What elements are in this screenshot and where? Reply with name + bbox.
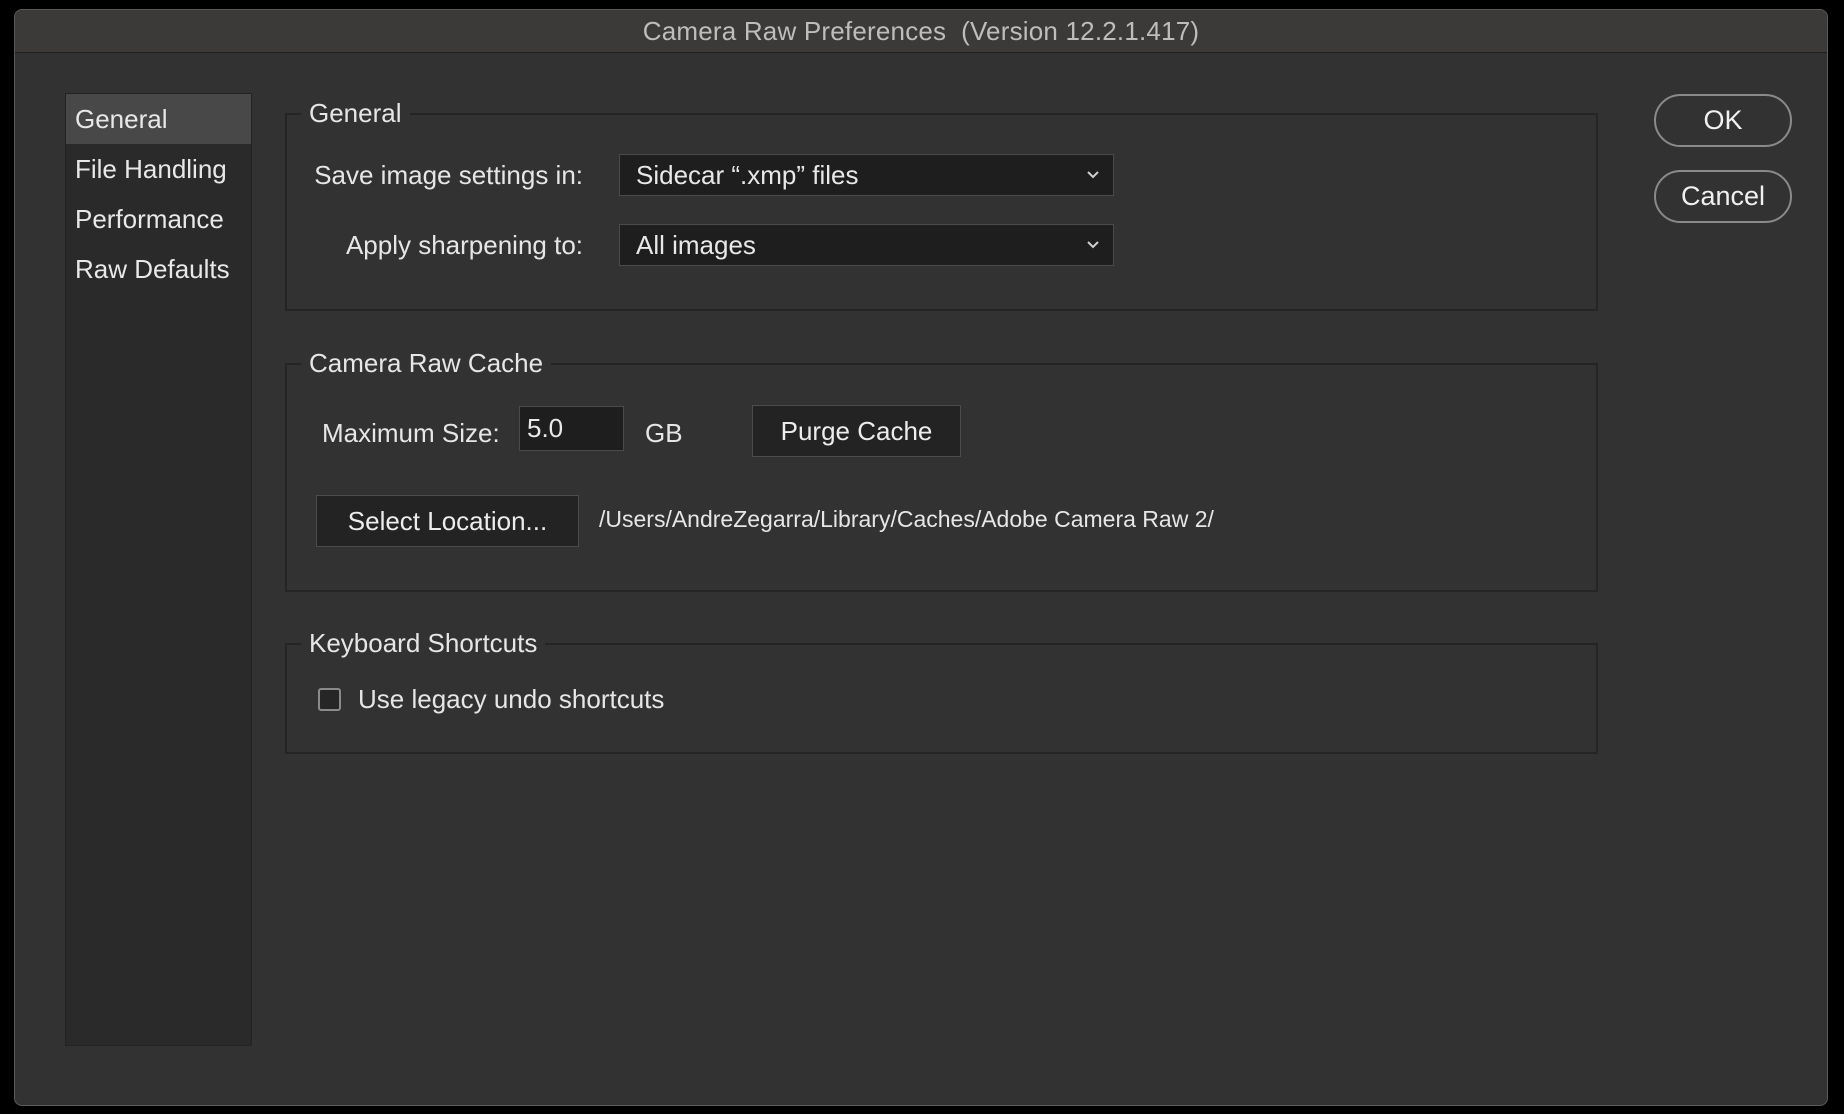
general-group: General Save image settings in: Sidecar … xyxy=(285,96,1598,311)
window-title: Camera Raw Preferences (Version 12.2.1.4… xyxy=(15,10,1827,53)
chevron-down-icon xyxy=(1087,241,1099,249)
legacy-undo-label[interactable]: Use legacy undo shortcuts xyxy=(358,684,664,715)
purge-cache-button[interactable]: Purge Cache xyxy=(752,405,961,457)
sidebar-item-label: General xyxy=(75,103,168,134)
cache-path: /Users/AndreZegarra/Library/Caches/Adobe… xyxy=(599,506,1214,532)
sharpening-label: Apply sharpening to: xyxy=(345,230,583,260)
save-settings-select[interactable]: Sidecar “.xmp” files xyxy=(619,154,1114,196)
sidebar-item-general[interactable]: General xyxy=(66,94,251,144)
size-unit-label: GB xyxy=(645,418,683,448)
sidebar-item-performance[interactable]: Performance xyxy=(66,194,251,244)
sidebar: General File Handling Performance Raw De… xyxy=(65,93,252,1046)
cancel-button[interactable]: Cancel xyxy=(1654,170,1792,223)
shortcuts-group-title: Keyboard Shortcuts xyxy=(301,626,546,660)
select-location-button[interactable]: Select Location... xyxy=(316,495,579,547)
sidebar-item-raw-defaults[interactable]: Raw Defaults xyxy=(66,244,251,294)
max-size-label: Maximum Size: xyxy=(322,418,500,448)
cache-group-title: Camera Raw Cache xyxy=(301,346,552,380)
sharpening-value: All images xyxy=(636,229,756,260)
ok-button[interactable]: OK xyxy=(1654,94,1792,147)
sidebar-item-label: File Handling xyxy=(75,153,227,184)
save-settings-value: Sidecar “.xmp” files xyxy=(636,159,859,190)
preferences-dialog: Camera Raw Preferences (Version 12.2.1.4… xyxy=(14,9,1828,1106)
legacy-undo-checkbox[interactable] xyxy=(318,688,341,711)
save-settings-label: Save image settings in: xyxy=(314,160,583,190)
cache-group: Camera Raw Cache Maximum Size: 5.0 GB Pu… xyxy=(285,346,1598,592)
chevron-down-icon xyxy=(1087,171,1099,179)
sidebar-item-file-handling[interactable]: File Handling xyxy=(66,144,251,194)
sharpening-select[interactable]: All images xyxy=(619,224,1114,266)
shortcuts-group: Keyboard Shortcuts Use legacy undo short… xyxy=(285,626,1598,754)
max-size-input[interactable]: 5.0 xyxy=(519,406,624,451)
sidebar-item-label: Performance xyxy=(75,203,224,234)
general-group-title: General xyxy=(301,96,410,130)
sidebar-item-label: Raw Defaults xyxy=(75,253,230,284)
